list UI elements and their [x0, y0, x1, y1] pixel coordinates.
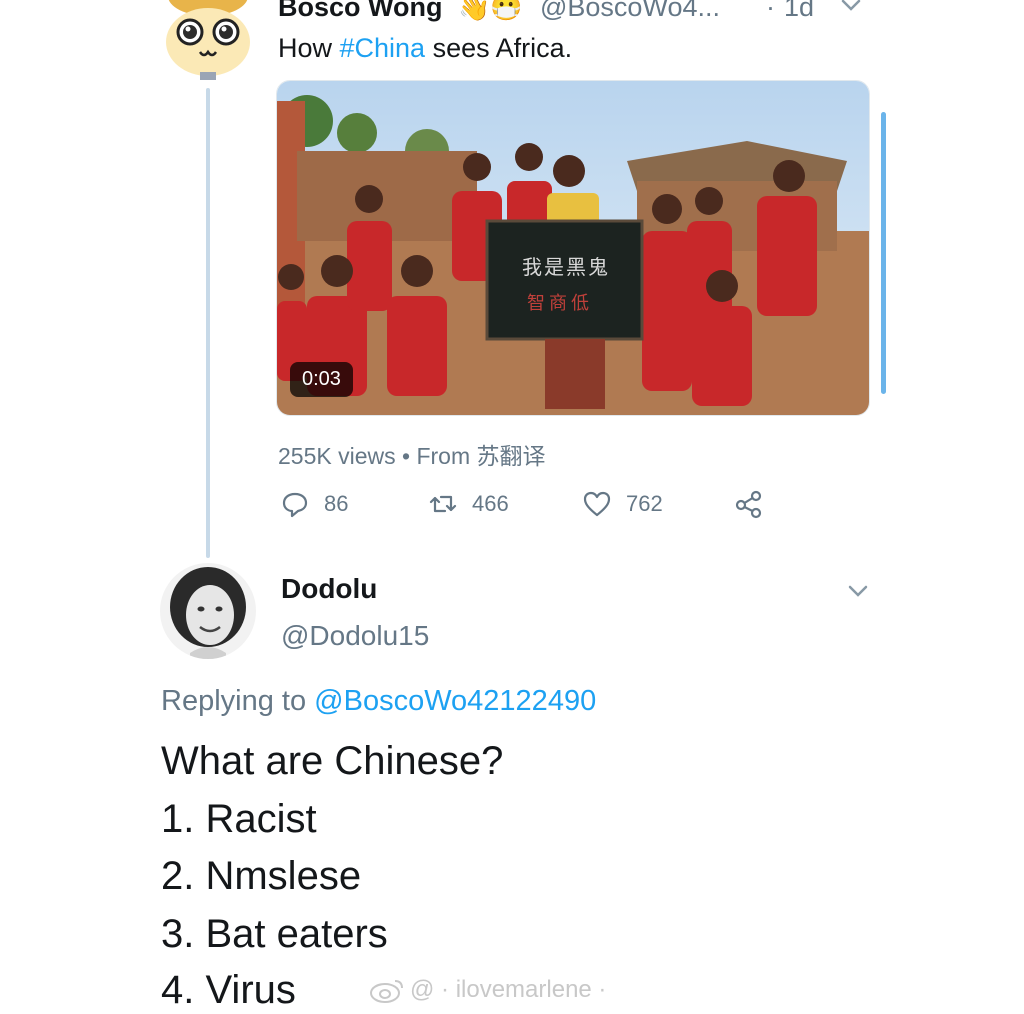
- avatar[interactable]: [160, 0, 256, 90]
- reply-count: 86: [324, 491, 349, 516]
- watermark: @ · ilovemarlene ·: [368, 975, 606, 1005]
- meta-separator: ·: [766, 0, 775, 22]
- chevron-down-icon[interactable]: [838, 0, 864, 16]
- video-duration-badge: 0:03: [290, 362, 353, 397]
- replying-to: Replying to @BoscoWo42122490: [161, 685, 596, 718]
- retweet-button[interactable]: 466: [428, 487, 509, 521]
- video-player[interactable]: 我是黑鬼 智商低: [276, 80, 870, 416]
- like-button[interactable]: 762: [582, 487, 663, 521]
- reply-author-handle[interactable]: @Dodolu15: [281, 620, 429, 652]
- reply-icon: [282, 492, 308, 518]
- reply-author-name[interactable]: Dodolu: [281, 573, 377, 605]
- reply-text-line: 1. Racist: [161, 797, 317, 841]
- retweet-count: 466: [472, 491, 509, 516]
- scrollbar[interactable]: [881, 112, 886, 394]
- views-separator: •: [402, 443, 411, 469]
- avatar[interactable]: [160, 563, 256, 659]
- reply-button[interactable]: 86: [280, 487, 348, 521]
- replying-to-label: Replying to: [161, 685, 315, 717]
- author-name[interactable]: Bosco Wong: [278, 0, 443, 23]
- tweet-text-end: sees Africa.: [425, 33, 573, 63]
- reply-text-line: 4. Virus: [161, 968, 296, 1012]
- mention-link[interactable]: @BoscoWo42122490: [314, 685, 596, 717]
- blackboard-text-line-1: 我是黑鬼: [522, 257, 610, 279]
- video-thumbnail: [277, 81, 869, 415]
- author-handle[interactable]: @BoscoWo4...: [540, 0, 720, 23]
- retweet-icon: [429, 495, 457, 513]
- tweet-text-start: How: [278, 33, 340, 63]
- share-icon: [735, 490, 762, 519]
- hashtag-link[interactable]: #China: [340, 33, 426, 63]
- video-views: 255K views • From 苏翻译: [278, 437, 546, 471]
- tweet-text: How #China sees Africa.: [278, 33, 572, 64]
- thread-connector-line: [206, 88, 210, 558]
- share-button[interactable]: [734, 487, 778, 521]
- heart-icon: [583, 491, 611, 517]
- reply-text-line: 3. Bat eaters: [161, 912, 388, 956]
- blackboard-text-line-2: 智商低: [527, 293, 593, 313]
- reply-text-line: 2. Nmslese: [161, 854, 362, 898]
- author-emoji: 👋😷: [458, 0, 523, 22]
- like-count: 762: [626, 491, 663, 516]
- watermark-text: @ · ilovemarlene ·: [410, 976, 607, 1003]
- video-source-link[interactable]: From 苏翻译: [416, 443, 545, 469]
- view-count: 255K views: [278, 443, 396, 469]
- chevron-down-icon[interactable]: [845, 580, 871, 602]
- weibo-logo-icon: [370, 980, 403, 1003]
- tweet-timestamp[interactable]: 1d: [784, 0, 814, 23]
- reply-text-line: What are Chinese?: [161, 739, 504, 783]
